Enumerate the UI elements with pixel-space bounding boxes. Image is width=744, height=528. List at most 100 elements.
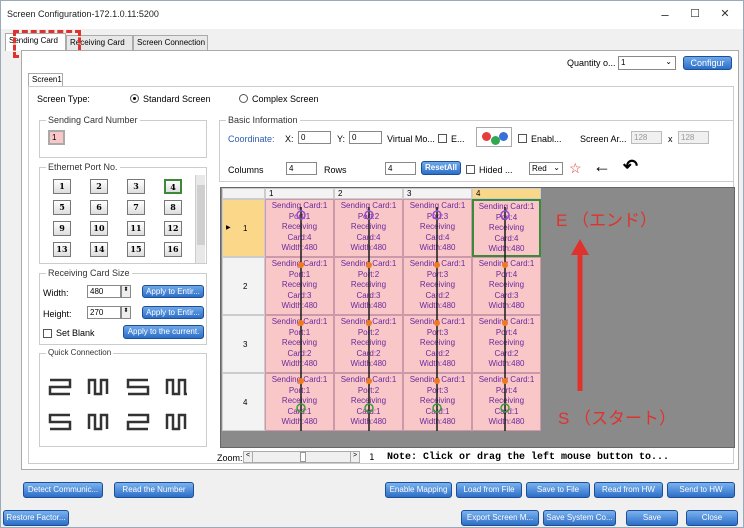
row-number: 2 (243, 282, 248, 291)
screen-area-height: 128 (678, 131, 709, 144)
quick-connection-horizontal-snake-reverse-icon[interactable] (126, 377, 150, 397)
zoom-left-arrow-icon[interactable]: < (244, 452, 253, 462)
back-arrow-icon[interactable]: ← (593, 156, 611, 177)
ethernet-port-3[interactable]: 3 (127, 179, 145, 194)
standard-screen-radio[interactable] (130, 94, 139, 103)
quick-connection-vertical-snake-c-icon[interactable] (165, 412, 189, 432)
export-screen-button[interactable]: Export Screen M... (461, 510, 539, 526)
color-pixel-icon[interactable] (476, 127, 512, 147)
chevron-down-icon: ⌄ (553, 163, 560, 172)
virtual-mode-checkbox[interactable] (438, 134, 447, 143)
width-input[interactable]: 480 (87, 285, 121, 298)
configure-button[interactable]: Configur (683, 56, 732, 70)
ethernet-port-10[interactable]: 10 (90, 221, 108, 236)
detect-communication-button[interactable]: Detect Communic... (23, 482, 103, 498)
screen-configuration-window: Screen Configuration-172.1.0.11:5200 – ☐… (0, 0, 744, 528)
zoom-value: 1 (369, 453, 375, 463)
enable-mapping-button[interactable]: Enable Mapping (385, 482, 452, 498)
y-input[interactable]: 0 (349, 131, 382, 144)
minimize-button[interactable]: – (655, 7, 675, 22)
tab-screen1[interactable]: Screen1 (28, 73, 63, 86)
quick-connection-vertical-snake-icon[interactable] (87, 377, 111, 397)
ethernet-port-6[interactable]: 6 (90, 200, 108, 215)
ethernet-port-11[interactable]: 11 (127, 221, 145, 236)
quantity-label: Quantity o... (567, 58, 616, 68)
save-system-config-button[interactable]: Save System Co... (543, 510, 616, 526)
ethernet-port-1[interactable]: 1 (53, 179, 71, 194)
enable-label: Enabl... (531, 134, 562, 144)
apply-width-entire-button[interactable]: Apply to Entir... (142, 285, 204, 298)
row-header[interactable]: 1 ▶ (222, 199, 265, 257)
x-input[interactable]: 0 (298, 131, 331, 144)
quick-connection-vertical-snake-b-icon[interactable] (87, 412, 111, 432)
column-header[interactable]: 2 (334, 188, 403, 199)
rows-input[interactable]: 4 (385, 162, 416, 175)
row-header[interactable]: 2 (222, 257, 265, 315)
apply-current-button[interactable]: Apply to the current. (123, 325, 204, 339)
zoom-note: Note: Click or drag the left mouse butto… (387, 452, 670, 463)
quick-connection-caption: Quick Connection (46, 348, 114, 357)
ethernet-port-13[interactable]: 13 (53, 242, 71, 257)
ethernet-port-14[interactable]: 14 (90, 242, 108, 257)
column-header[interactable]: 3 (403, 188, 472, 199)
color-value: Red (532, 164, 547, 173)
quick-connection-horizontal-snake-icon[interactable] (48, 377, 72, 397)
reset-all-button[interactable]: ResetAll (421, 161, 461, 175)
zoom-slider[interactable]: < > (243, 451, 360, 463)
ethernet-port-7[interactable]: 7 (127, 200, 145, 215)
quick-connection-horizontal-snake-c-icon[interactable] (126, 412, 150, 432)
ethernet-port-15[interactable]: 15 (127, 242, 145, 257)
column-header[interactable]: 1 (265, 188, 334, 199)
send-to-hw-button[interactable]: Send to HW (667, 482, 735, 498)
sending-card-number-tile[interactable]: 1 (48, 130, 65, 145)
undo-icon[interactable]: ↶ (623, 156, 638, 177)
load-from-file-button[interactable]: Load from File (456, 482, 522, 498)
ethernet-port-9[interactable]: 9 (53, 221, 71, 236)
window-title: Screen Configuration-172.1.0.11:5200 (7, 9, 159, 19)
enable-checkbox[interactable] (518, 134, 527, 143)
save-button[interactable]: Save (626, 510, 678, 526)
screen-area-width: 128 (631, 131, 662, 144)
zoom-thumb[interactable] (300, 452, 306, 462)
columns-input[interactable]: 4 (286, 162, 317, 175)
ethernet-port-12[interactable]: 12 (164, 221, 182, 236)
title-bar: Screen Configuration-172.1.0.11:5200 – ☐… (1, 1, 743, 29)
row-header[interactable]: 3 (222, 315, 265, 373)
close-button[interactable]: Close (686, 510, 738, 526)
height-input[interactable]: 270 (87, 306, 121, 319)
read-number-button[interactable]: Read the Number (114, 482, 194, 498)
quick-connection-horizontal-snake-b-icon[interactable] (48, 412, 72, 432)
read-from-hw-button[interactable]: Read from HW (594, 482, 663, 498)
screen-area-label: Screen Ar... (580, 134, 627, 144)
maximize-button[interactable]: ☐ (685, 7, 705, 20)
ethernet-port-16[interactable]: 16 (164, 242, 182, 257)
tab-screen-connection[interactable]: Screen Connection (133, 35, 208, 50)
ethernet-port-5[interactable]: 5 (53, 200, 71, 215)
star-icon[interactable]: ☆ (569, 160, 582, 177)
quick-connection-vertical-snake-alt-icon[interactable] (165, 377, 189, 397)
width-spinner[interactable]: ⬍ (121, 285, 131, 298)
close-window-button[interactable]: ✕ (715, 7, 735, 20)
scroll-thumb[interactable] (197, 185, 205, 245)
set-blank-checkbox[interactable] (43, 329, 52, 338)
column-header[interactable]: 4 (472, 188, 541, 199)
color-select[interactable]: Red ⌄ (529, 162, 563, 175)
complex-screen-radio[interactable] (239, 94, 248, 103)
ethernet-port-8[interactable]: 8 (164, 200, 182, 215)
apply-height-entire-button[interactable]: Apply to Entir... (142, 306, 204, 319)
zoom-right-arrow-icon[interactable]: > (350, 452, 359, 462)
basic-information-caption: Basic Information (226, 115, 300, 125)
quantity-select[interactable]: 1 ⌄ (618, 56, 676, 70)
screen-type-label: Screen Type: (37, 94, 90, 104)
ethernet-scrollbar[interactable] (195, 175, 205, 263)
height-label: Height: (43, 309, 72, 319)
up-arrow-annotation (571, 239, 589, 391)
save-to-file-button[interactable]: Save to File (526, 482, 590, 498)
ethernet-port-4[interactable]: 4 (164, 179, 182, 194)
height-spinner[interactable]: ⬍ (121, 306, 131, 319)
hided-checkbox[interactable] (466, 165, 475, 174)
virtual-mode-label: Virtual Mo... (387, 134, 435, 144)
restore-factory-button[interactable]: Restore Factor... (3, 510, 69, 526)
ethernet-port-2[interactable]: 2 (90, 179, 108, 194)
row-header[interactable]: 4 (222, 373, 265, 431)
